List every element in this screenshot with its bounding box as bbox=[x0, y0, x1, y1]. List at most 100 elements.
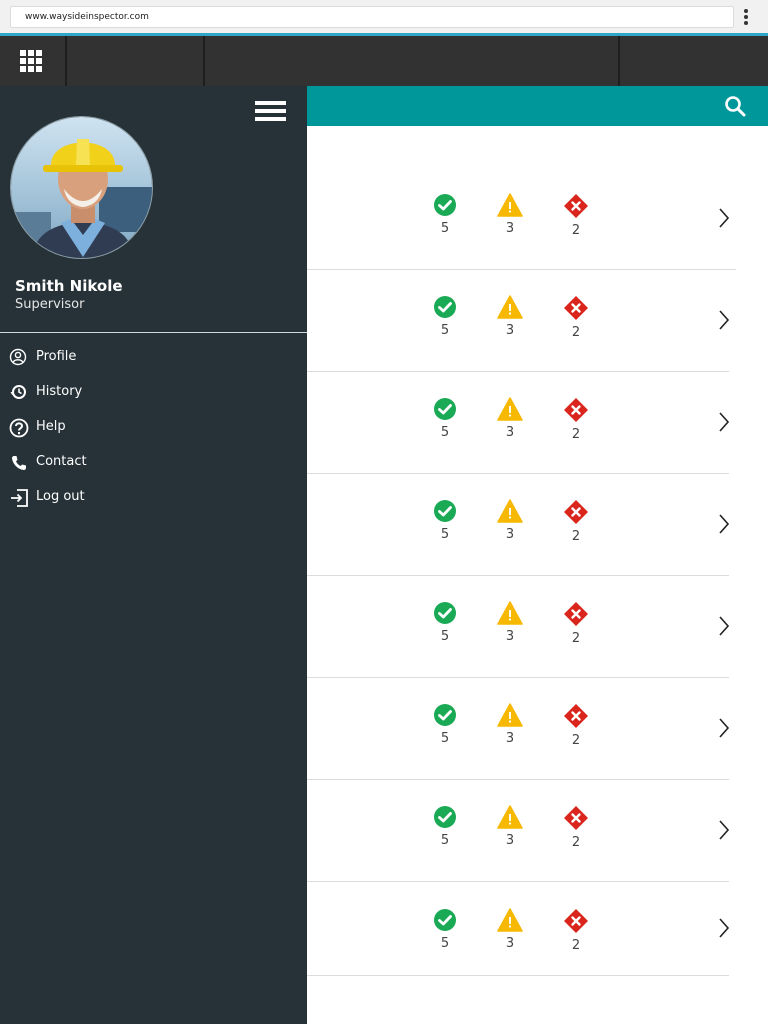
top-bar-divider bbox=[203, 36, 205, 86]
avatar bbox=[10, 116, 153, 259]
passed-stat: 5 bbox=[425, 499, 465, 542]
hamburger-menu-icon[interactable] bbox=[255, 101, 287, 125]
chevron-right-icon[interactable] bbox=[717, 717, 731, 739]
menu-item-label: Help bbox=[36, 419, 66, 434]
chevron-right-icon[interactable] bbox=[717, 207, 731, 229]
failed-stat: 2 bbox=[556, 601, 596, 646]
failed-x-icon bbox=[556, 397, 596, 423]
browser-bar: www.waysideinspector.com bbox=[0, 0, 768, 34]
logout-icon bbox=[9, 488, 29, 508]
menu-item-logout[interactable]: Log out bbox=[0, 482, 307, 514]
list-item[interactable]: 5 3 2 bbox=[307, 474, 731, 576]
failed-x-icon bbox=[556, 601, 596, 627]
chevron-right-icon[interactable] bbox=[717, 513, 731, 535]
top-bar-divider bbox=[65, 36, 67, 86]
passed-check-icon bbox=[425, 499, 465, 523]
passed-stat: 5 bbox=[425, 397, 465, 440]
passed-check-icon bbox=[425, 295, 465, 319]
warning-count: 3 bbox=[505, 527, 515, 542]
history-icon bbox=[9, 383, 29, 403]
warning-icon bbox=[490, 295, 530, 319]
passed-stat: 5 bbox=[425, 193, 465, 236]
passed-check-icon bbox=[425, 193, 465, 217]
chevron-right-icon[interactable] bbox=[717, 917, 731, 939]
failed-count: 2 bbox=[571, 529, 581, 544]
warning-count: 3 bbox=[505, 833, 515, 848]
failed-stat: 2 bbox=[556, 397, 596, 442]
warning-icon bbox=[490, 703, 530, 727]
list-item[interactable]: 5 3 2 bbox=[307, 168, 736, 270]
list-item[interactable]: 5 3 2 bbox=[307, 882, 731, 976]
list-item[interactable]: 5 3 2 bbox=[307, 780, 731, 882]
list-item[interactable]: 5 3 2 bbox=[307, 576, 731, 678]
warning-count: 3 bbox=[505, 221, 515, 236]
menu-item-label: History bbox=[36, 384, 83, 399]
chevron-right-icon[interactable] bbox=[717, 309, 731, 331]
menu-item-label: Contact bbox=[36, 454, 87, 469]
passed-stat: 5 bbox=[425, 703, 465, 746]
warning-icon bbox=[490, 193, 530, 217]
warning-icon bbox=[490, 805, 530, 829]
warning-count: 3 bbox=[505, 425, 515, 440]
failed-stat: 2 bbox=[556, 499, 596, 544]
warning-count: 3 bbox=[505, 629, 515, 644]
passed-count: 5 bbox=[440, 936, 450, 951]
menu-item-help[interactable]: Help bbox=[0, 412, 307, 444]
warnings-stat: 3 bbox=[490, 499, 530, 542]
failed-count: 2 bbox=[571, 223, 581, 238]
warning-icon bbox=[490, 499, 530, 523]
failed-count: 2 bbox=[571, 325, 581, 340]
passed-check-icon bbox=[425, 601, 465, 625]
phone-icon bbox=[9, 453, 29, 473]
passed-check-icon bbox=[425, 805, 465, 829]
failed-stat: 2 bbox=[556, 703, 596, 748]
passed-stat: 5 bbox=[425, 908, 465, 951]
drawer-divider bbox=[0, 332, 307, 333]
failed-count: 2 bbox=[571, 631, 581, 646]
failed-stat: 2 bbox=[556, 908, 596, 953]
passed-count: 5 bbox=[440, 833, 450, 848]
failed-stat: 2 bbox=[556, 805, 596, 850]
failed-count: 2 bbox=[571, 427, 581, 442]
browser-menu-icon[interactable] bbox=[742, 9, 750, 27]
menu-item-label: Log out bbox=[36, 489, 85, 504]
warning-icon bbox=[490, 908, 530, 932]
url-bar[interactable]: www.waysideinspector.com bbox=[10, 6, 734, 28]
passed-count: 5 bbox=[440, 221, 450, 236]
warnings-stat: 3 bbox=[490, 805, 530, 848]
warning-icon bbox=[490, 601, 530, 625]
chevron-right-icon[interactable] bbox=[717, 615, 731, 637]
failed-x-icon bbox=[556, 499, 596, 525]
failed-count: 2 bbox=[571, 733, 581, 748]
navigation-drawer: Smith Nikole Supervisor Profile History bbox=[0, 86, 307, 1024]
passed-stat: 5 bbox=[425, 805, 465, 848]
chevron-right-icon[interactable] bbox=[717, 819, 731, 841]
failed-x-icon bbox=[556, 908, 596, 934]
warnings-stat: 3 bbox=[490, 295, 530, 338]
chevron-right-icon[interactable] bbox=[717, 411, 731, 433]
warnings-stat: 3 bbox=[490, 193, 530, 236]
passed-check-icon bbox=[425, 397, 465, 421]
top-bar-divider bbox=[618, 36, 620, 86]
passed-count: 5 bbox=[440, 323, 450, 338]
failed-count: 2 bbox=[571, 835, 581, 850]
menu-item-profile[interactable]: Profile bbox=[0, 342, 307, 374]
top-app-bar bbox=[0, 36, 768, 86]
warnings-stat: 3 bbox=[490, 397, 530, 440]
warnings-stat: 3 bbox=[490, 601, 530, 644]
passed-check-icon bbox=[425, 703, 465, 727]
apps-grid-icon[interactable] bbox=[20, 50, 43, 73]
warning-count: 3 bbox=[505, 323, 515, 338]
user-name: Smith Nikole bbox=[15, 277, 123, 295]
list-item[interactable]: 5 3 2 bbox=[307, 678, 731, 780]
passed-stat: 5 bbox=[425, 601, 465, 644]
menu-item-contact[interactable]: Contact bbox=[0, 447, 307, 479]
passed-count: 5 bbox=[440, 731, 450, 746]
list-item[interactable]: 5 3 2 bbox=[307, 270, 731, 372]
menu-item-history[interactable]: History bbox=[0, 377, 307, 409]
warning-count: 3 bbox=[505, 936, 515, 951]
passed-count: 5 bbox=[440, 629, 450, 644]
list-item[interactable]: 5 3 2 bbox=[307, 372, 731, 474]
search-icon[interactable] bbox=[724, 95, 746, 117]
content-header bbox=[307, 86, 768, 126]
